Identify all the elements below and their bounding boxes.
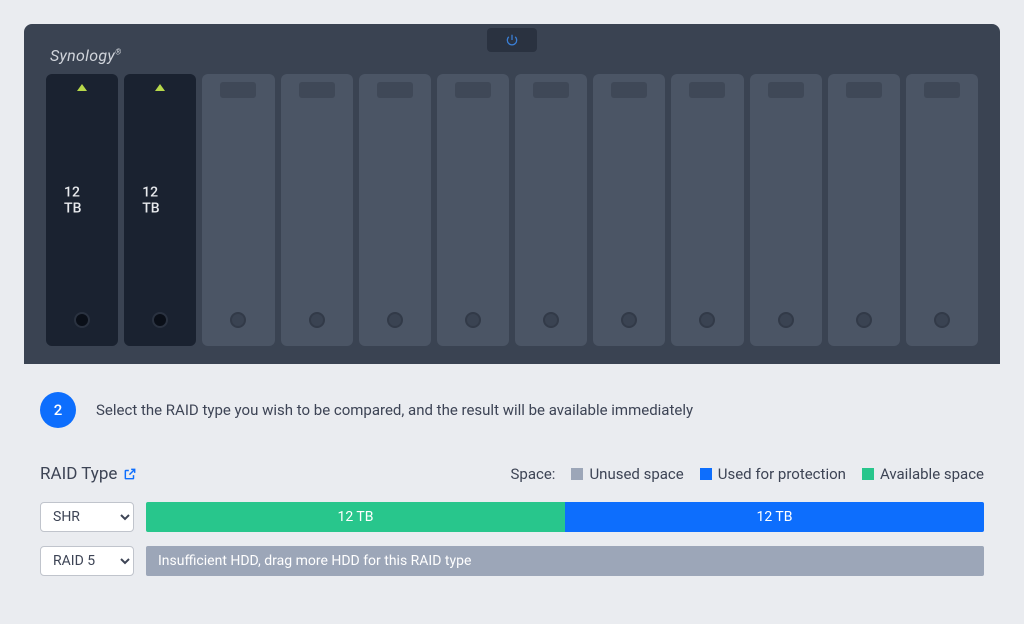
step-number-badge: 2 (40, 392, 76, 428)
bay-tab-icon (689, 82, 725, 98)
drive-bay-empty[interactable] (593, 74, 665, 346)
bay-tab-icon (533, 82, 569, 98)
drive-jack-icon (778, 312, 794, 328)
drive-capacity-label: 12 TB (142, 184, 178, 216)
swatch-protection (700, 468, 712, 480)
drive-jack-icon (856, 312, 872, 328)
drive-jack-icon (621, 312, 637, 328)
drive-jack-icon (934, 312, 950, 328)
drive-bay-empty[interactable] (281, 74, 353, 346)
drive-capacity-label: 12 TB (64, 184, 100, 216)
legend-protection: Used for protection (700, 465, 846, 483)
legend-label: Space: (511, 465, 556, 483)
drive-led-icon (155, 84, 165, 91)
raid-type-label: RAID Type (40, 464, 117, 484)
drive-jack-icon (387, 312, 403, 328)
device-visualization: Synology® 12 TB 12 TB (0, 0, 1024, 364)
swatch-unused (571, 468, 583, 480)
raid-type-link[interactable]: RAID Type (40, 464, 137, 484)
raid-row: SHR 12 TB12 TB (40, 502, 984, 532)
power-button[interactable] (487, 28, 537, 52)
raid-space-bar: Insufficient HDD, drag more HDD for this… (146, 546, 984, 576)
legend-unused: Unused space (571, 465, 683, 483)
drive-bay-filled[interactable]: 12 TB (46, 74, 118, 346)
bay-tab-icon (377, 82, 413, 98)
legend-available: Available space (862, 465, 984, 483)
drive-bay-empty[interactable] (515, 74, 587, 346)
bay-tab-icon (220, 82, 256, 98)
drive-jack-icon (230, 312, 246, 328)
drive-bay-empty[interactable] (828, 74, 900, 346)
swatch-available (862, 468, 874, 480)
drive-bays: 12 TB 12 TB (42, 74, 982, 364)
drive-jack-icon (74, 312, 90, 328)
drive-bay-empty[interactable] (906, 74, 978, 346)
brand-logo: Synology® (50, 46, 121, 65)
raid-space-bar: 12 TB12 TB (146, 502, 984, 532)
space-legend: Space: Unused space Used for protection … (511, 465, 985, 483)
drive-jack-icon (152, 312, 168, 328)
bay-tab-icon (846, 82, 882, 98)
raid-config-section: 2 Select the RAID type you wish to be co… (0, 364, 1024, 576)
bay-tab-icon (299, 82, 335, 98)
raid-row: RAID 5 Insufficient HDD, drag more HDD fo… (40, 546, 984, 576)
drive-bay-empty[interactable] (437, 74, 509, 346)
drive-jack-icon (465, 312, 481, 328)
nas-device: Synology® 12 TB 12 TB (24, 24, 1000, 364)
drive-bay-empty[interactable] (671, 74, 743, 346)
power-icon (505, 33, 519, 47)
drive-bay-empty[interactable] (750, 74, 822, 346)
bar-segment-unused: Insufficient HDD, drag more HDD for this… (146, 546, 984, 576)
bay-tab-icon (924, 82, 960, 98)
bar-segment-available: 12 TB (146, 502, 565, 532)
external-link-icon (123, 467, 137, 481)
bay-tab-icon (768, 82, 804, 98)
drive-jack-icon (699, 312, 715, 328)
bar-segment-protection: 12 TB (565, 502, 984, 532)
bay-tab-icon (611, 82, 647, 98)
drive-jack-icon (543, 312, 559, 328)
raid-type-select[interactable]: RAID 5 (40, 546, 134, 576)
step-instruction-text: Select the RAID type you wish to be comp… (96, 401, 693, 419)
drive-jack-icon (309, 312, 325, 328)
raid-type-select[interactable]: SHR (40, 502, 134, 532)
bay-tab-icon (455, 82, 491, 98)
drive-led-icon (77, 84, 87, 91)
drive-bay-empty[interactable] (202, 74, 274, 346)
drive-bay-empty[interactable] (359, 74, 431, 346)
drive-bay-filled[interactable]: 12 TB (124, 74, 196, 346)
